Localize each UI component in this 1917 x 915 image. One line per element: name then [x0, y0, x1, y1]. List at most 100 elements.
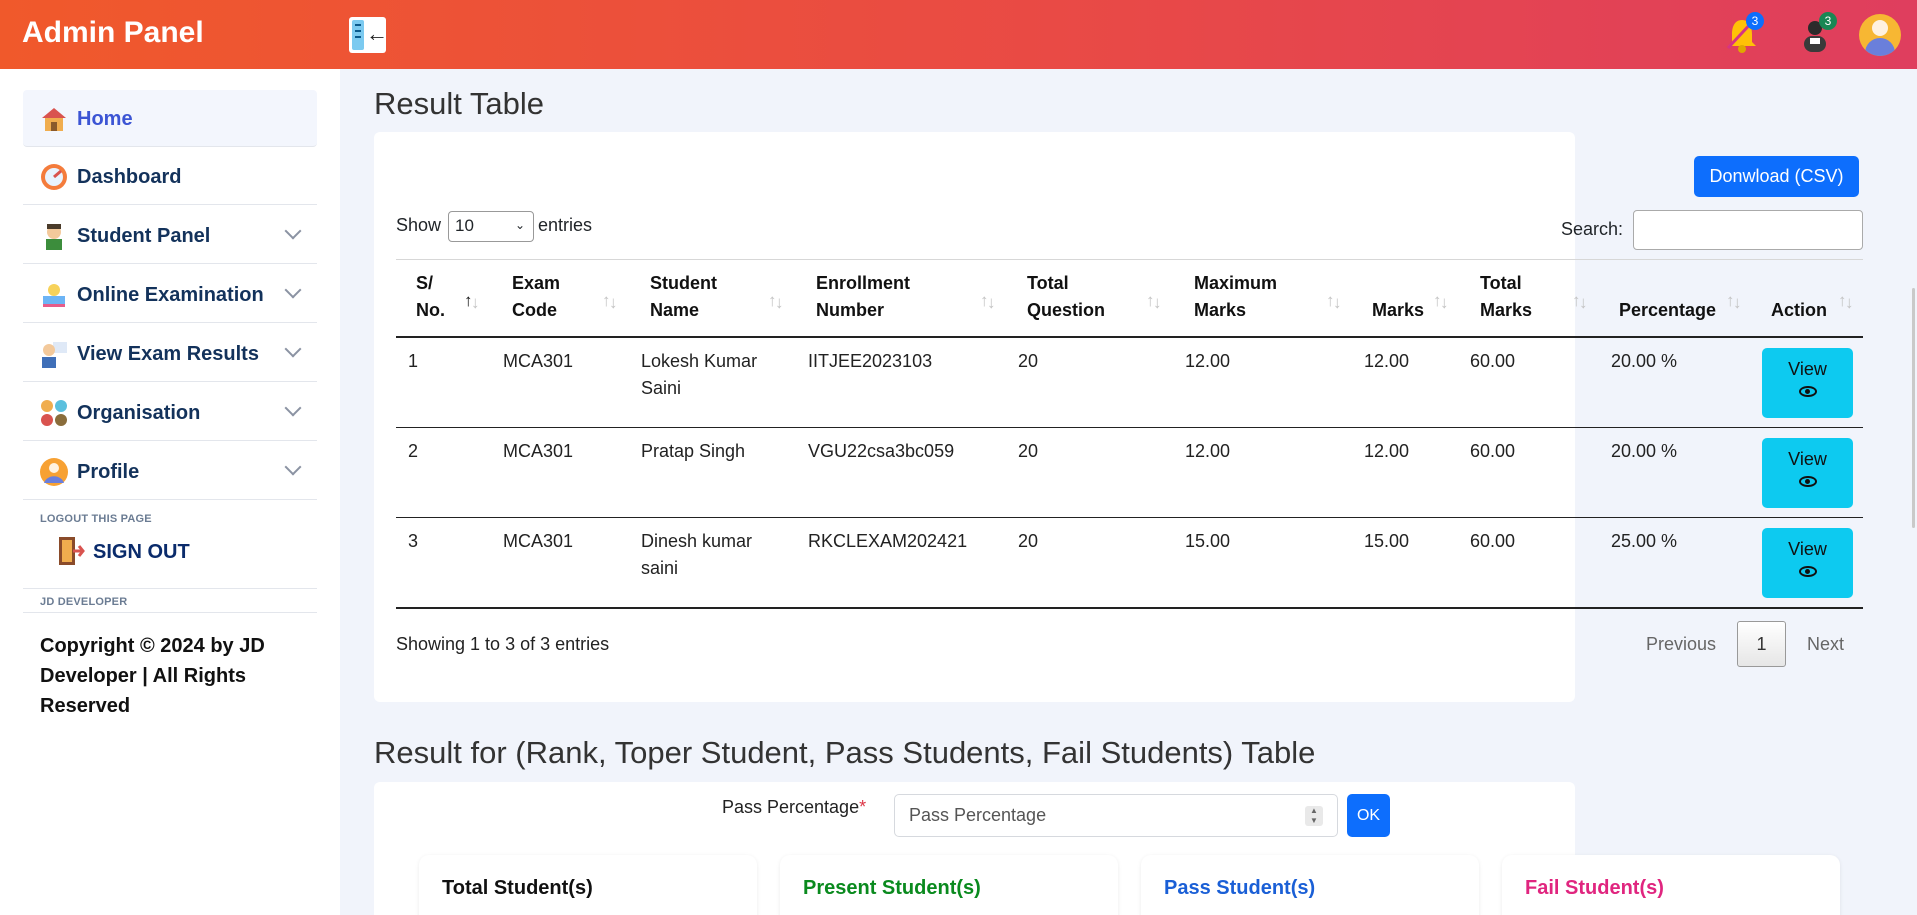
row-divider [396, 427, 1863, 428]
page-size-select[interactable]: 10 ⌄ [448, 211, 534, 242]
messages-button[interactable]: 3 [1795, 12, 1837, 56]
th-enrollment-number[interactable]: Enrollment Number [816, 270, 910, 324]
eye-icon [1798, 476, 1817, 487]
search-input[interactable] [1633, 210, 1863, 250]
th-total-marks[interactable]: Total Marks [1480, 270, 1532, 324]
sort-icon [1838, 291, 1854, 313]
th-maximum-marks[interactable]: Maximum Marks [1194, 270, 1277, 324]
sidebar-item-profile[interactable]: Profile [23, 443, 317, 500]
home-icon [42, 108, 66, 131]
chevron-down-icon [284, 399, 302, 417]
download-csv-button[interactable]: Donwload (CSV) [1694, 156, 1859, 197]
sidebar: Home Dashboard Student Panel Online Exam… [0, 69, 340, 915]
arrow-left-icon: ← [366, 21, 388, 46]
notifications-badge: 3 [1746, 12, 1764, 30]
cell-total-marks: 60.00 [1470, 351, 1516, 371]
fail-students-card: Fail Student(s) [1502, 855, 1840, 915]
notifications-button[interactable]: 3 [1722, 12, 1764, 56]
eye-icon [1798, 386, 1817, 397]
cell-sno: 3 [408, 531, 419, 551]
cell-total-question: 20 [1018, 351, 1039, 371]
sort-asc-icon [464, 291, 480, 313]
table-top-border [396, 259, 1863, 260]
th-action[interactable]: Action [1771, 270, 1827, 324]
cell-maximum-marks: 12.00 [1185, 441, 1231, 461]
page-scrollbar[interactable] [1912, 288, 1915, 528]
pass-students-label: Pass Student(s) [1164, 877, 1316, 899]
sidebar-toggle-button[interactable]: ← [349, 17, 388, 53]
view-button[interactable]: View [1762, 528, 1853, 598]
sidebar-item-dashboard[interactable]: Dashboard [23, 148, 317, 205]
sidebar-panel-icon [352, 20, 364, 50]
required-mark: * [859, 797, 867, 817]
cell-percentage: 20.00 % [1611, 441, 1678, 461]
sidebar-item-label: Profile [77, 461, 140, 483]
developer-caption: JD DEVELOPER [40, 596, 128, 608]
sort-icon [1572, 291, 1588, 313]
sidebar-item-view-exam-results[interactable]: View Exam Results [23, 325, 317, 382]
cell-student-name: Lokesh Kumar Saini [641, 351, 758, 398]
sort-icon [1433, 291, 1449, 313]
th-total-question[interactable]: Total Question [1027, 270, 1105, 324]
th-sno[interactable]: S/No. [416, 270, 445, 324]
sidebar-item-label: Dashboard [77, 166, 182, 188]
search-label: Search: [1561, 219, 1624, 239]
cell-total-marks: 60.00 [1470, 441, 1516, 461]
cell-total-marks: 60.00 [1470, 531, 1516, 551]
sort-icon [602, 291, 618, 313]
table-bottom-border [396, 607, 1863, 609]
number-spinner-icon[interactable]: ▲ ▼ [1305, 806, 1323, 826]
cell-exam-code: MCA301 [503, 441, 574, 461]
pagination-next[interactable]: Next [1807, 634, 1844, 655]
pagination-previous[interactable]: Previous [1646, 634, 1716, 655]
present-students-label: Present Student(s) [803, 877, 981, 899]
pass-percentage-label: Pass Percentage* [722, 797, 867, 817]
sort-icon [980, 291, 996, 313]
th-marks[interactable]: Marks [1372, 270, 1424, 324]
sidebar-item-label: Home [77, 108, 133, 130]
top-header: Admin Panel ← 3 3 [0, 0, 1917, 69]
sidebar-item-student-panel[interactable]: Student Panel [23, 207, 317, 264]
fail-students-label: Fail Student(s) [1525, 877, 1664, 899]
cell-sno: 1 [408, 351, 419, 371]
ok-button[interactable]: OK [1347, 794, 1390, 837]
sidebar-item-label: Student Panel [77, 225, 211, 247]
sidebar-item-label: Online Examination [77, 284, 264, 306]
cell-percentage: 25.00 % [1611, 531, 1678, 551]
cell-maximum-marks: 15.00 [1185, 531, 1231, 551]
pass-students-card: Pass Student(s) [1141, 855, 1479, 915]
view-button[interactable]: View [1762, 438, 1853, 508]
brand-title: Admin Panel [22, 16, 204, 49]
sort-icon [1146, 291, 1162, 313]
sign-out-button[interactable]: SIGN OUT [23, 519, 317, 589]
pass-percentage-placeholder: Pass Percentage [909, 805, 1047, 825]
cell-total-question: 20 [1018, 531, 1039, 551]
speedometer-icon [41, 164, 67, 190]
rank-section-title: Result for (Rank, Toper Student, Pass St… [374, 735, 1316, 770]
sidebar-item-organisation[interactable]: Organisation [23, 384, 317, 441]
sort-icon [1326, 291, 1342, 313]
sort-icon [1726, 291, 1742, 313]
row-divider [396, 517, 1863, 518]
sidebar-item-home[interactable]: Home [23, 90, 317, 147]
pagination-page-1[interactable]: 1 [1737, 621, 1786, 667]
cell-percentage: 20.00 % [1611, 351, 1678, 371]
th-percentage[interactable]: Percentage [1619, 270, 1716, 324]
teacher-icon [42, 342, 67, 368]
cell-marks: 12.00 [1364, 441, 1410, 461]
cell-maximum-marks: 12.00 [1185, 351, 1231, 371]
table-info: Showing 1 to 3 of 3 entries [396, 634, 610, 654]
user-avatar[interactable] [1859, 14, 1901, 56]
sign-out-label: SIGN OUT [93, 541, 190, 563]
pass-percentage-input[interactable]: Pass Percentage ▲ ▼ [894, 794, 1338, 837]
sidebar-item-label: View Exam Results [77, 343, 259, 365]
cell-exam-code: MCA301 [503, 531, 574, 551]
th-student-name[interactable]: Student Name [650, 270, 717, 324]
sidebar-item-label: Organisation [77, 402, 201, 424]
th-exam-code[interactable]: Exam Code [512, 270, 560, 324]
sidebar-item-online-examination[interactable]: Online Examination [23, 266, 317, 323]
chevron-down-icon [284, 458, 302, 476]
chevron-down-icon: ⌄ [514, 218, 525, 232]
view-button[interactable]: View [1762, 348, 1853, 418]
total-students-card: Total Student(s) [419, 855, 757, 915]
